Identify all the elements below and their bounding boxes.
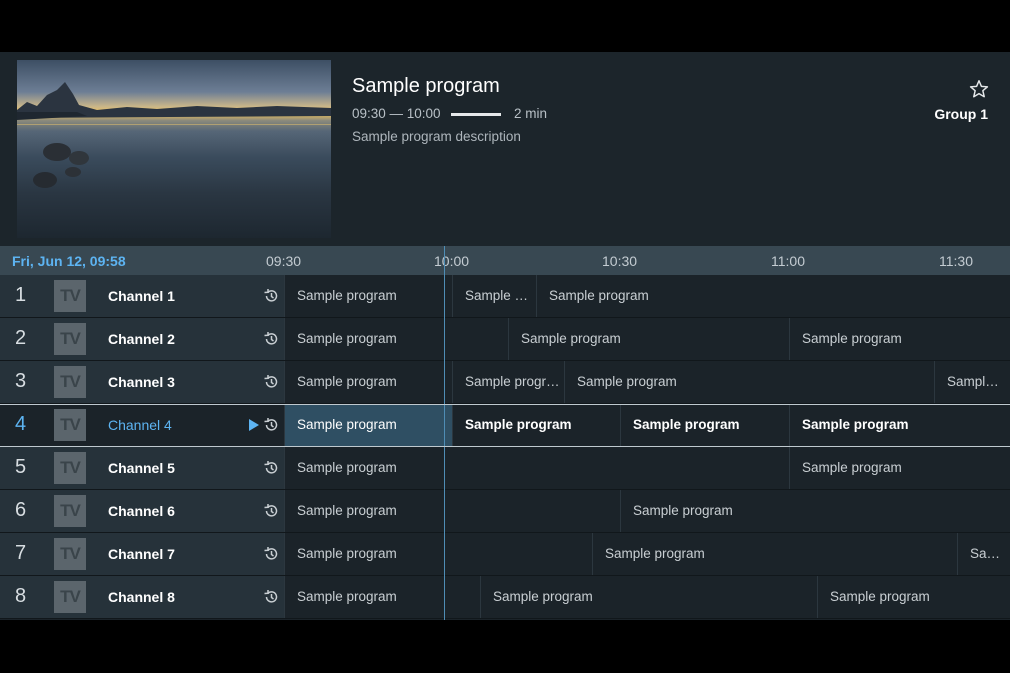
channel-number: 2	[15, 327, 27, 349]
program-cell[interactable]: Sample program	[957, 533, 1010, 575]
program-remaining: 2 min	[514, 106, 548, 121]
time-tick: 11:30	[939, 253, 973, 269]
program-thumbnail	[17, 60, 331, 238]
program-details: Sample program 09:30 — 10:00 2 min Sampl…	[0, 52, 1010, 246]
history-icon[interactable]	[263, 546, 279, 562]
channel-row: 7 TV Channel 7 Sample program Sample pro…	[0, 533, 1010, 576]
channel-info[interactable]: 8 TV Channel 8	[0, 576, 284, 618]
program-description: Sample program description	[352, 129, 521, 144]
channel-name: Channel 3	[108, 374, 175, 390]
program-cell[interactable]: Sample program	[284, 318, 508, 360]
program-cell[interactable]: Sample program	[284, 576, 480, 618]
program-cell[interactable]: Sample program	[620, 404, 789, 446]
channel-logo: TV	[54, 409, 86, 441]
time-tick: 09:30	[266, 253, 302, 269]
program-time-range: 09:30 — 10:00	[352, 106, 441, 121]
history-icon[interactable]	[263, 288, 279, 304]
channel-number: 4	[15, 413, 27, 435]
play-icon	[249, 419, 259, 431]
program-title: Sample program	[352, 75, 500, 97]
star-outline-icon[interactable]	[968, 78, 990, 100]
channel-name: Channel 7	[108, 546, 175, 562]
program-cell[interactable]: Sample program	[789, 404, 1010, 446]
program-cell[interactable]: Sample program	[508, 318, 789, 360]
selection-border-bottom	[0, 446, 1010, 447]
channel-number: 5	[15, 456, 27, 478]
channel-row-selected: 4 TV Channel 4 Sample program Sample pro…	[0, 404, 1010, 447]
channel-info[interactable]: 3 TV Channel 3	[0, 361, 284, 403]
program-cell[interactable]: Sample program	[480, 576, 817, 618]
channel-row: 5 TV Channel 5 Sample program Sample pro…	[0, 447, 1010, 490]
channel-number: 3	[15, 370, 27, 392]
channel-row: 1 TV Channel 1 Sample program Sample … S…	[0, 275, 1010, 318]
history-icon[interactable]	[263, 374, 279, 390]
history-icon[interactable]	[263, 503, 279, 519]
program-cell[interactable]: Sample program	[620, 490, 1010, 532]
current-time-indicator	[444, 246, 445, 620]
channel-row: 6 TV Channel 6 Sample program Sample pro…	[0, 490, 1010, 533]
program-cell[interactable]: Sample progr…	[452, 361, 564, 403]
channel-logo: TV	[54, 366, 86, 398]
channel-group-label[interactable]: Group 1	[934, 106, 988, 122]
program-progress-bar	[451, 113, 501, 116]
program-cell[interactable]: Sample program	[284, 490, 620, 532]
channel-number: 8	[15, 585, 27, 607]
channel-name: Channel 1	[108, 288, 175, 304]
program-cell-focused[interactable]: Sample program	[284, 404, 452, 446]
row-divider	[0, 618, 1010, 619]
channel-row: 2 TV Channel 2 Sample program Sample pro…	[0, 318, 1010, 361]
channel-name: Channel 4	[108, 417, 172, 433]
channel-info[interactable]: 6 TV Channel 6	[0, 490, 284, 532]
channel-name: Channel 6	[108, 503, 175, 519]
current-date-time: Fri, Jun 12, 09:58	[12, 253, 126, 269]
selection-border-top	[0, 404, 1010, 405]
channel-name: Channel 8	[108, 589, 175, 605]
program-cell[interactable]: Sample program	[817, 576, 1010, 618]
tv-guide-screen: Sample program 09:30 — 10:00 2 min Sampl…	[0, 52, 1010, 620]
program-cell[interactable]: Sample program	[452, 404, 620, 446]
channel-logo: TV	[54, 495, 86, 527]
program-progress-fill	[451, 113, 501, 116]
program-cell[interactable]: Sample program	[284, 533, 592, 575]
history-icon[interactable]	[263, 589, 279, 605]
channel-name: Channel 5	[108, 460, 175, 476]
channel-logo: TV	[54, 323, 86, 355]
program-cell[interactable]: Sample program	[536, 275, 1010, 317]
timeline-header: Fri, Jun 12, 09:58 09:30 10:00 10:30 11:…	[0, 246, 1010, 275]
program-cell[interactable]: Sample program	[564, 361, 934, 403]
channel-logo: TV	[54, 581, 86, 613]
channel-row: 3 TV Channel 3 Sample program Sample pro…	[0, 361, 1010, 404]
channel-logo: TV	[54, 280, 86, 312]
channel-logo: TV	[54, 538, 86, 570]
program-cell[interactable]: Sample program	[592, 533, 957, 575]
channel-number: 7	[15, 542, 27, 564]
program-cell[interactable]: Sample program	[789, 447, 1010, 489]
program-cell[interactable]: Sample program	[284, 275, 452, 317]
time-tick: 10:00	[434, 253, 470, 269]
channel-number: 1	[15, 284, 27, 306]
program-cell[interactable]: Sample program	[934, 361, 1010, 403]
channel-info[interactable]: 5 TV Channel 5	[0, 447, 284, 489]
channel-info[interactable]: 2 TV Channel 2	[0, 318, 284, 360]
channel-number: 6	[15, 499, 27, 521]
history-icon[interactable]	[263, 417, 279, 433]
channel-name: Channel 2	[108, 331, 175, 347]
time-tick: 11:00	[771, 253, 805, 269]
program-cell[interactable]: Sample program	[789, 318, 1010, 360]
time-tick: 10:30	[602, 253, 638, 269]
channel-logo: TV	[54, 452, 86, 484]
channel-info[interactable]: 1 TV Channel 1	[0, 275, 284, 317]
history-icon[interactable]	[263, 331, 279, 347]
program-cell[interactable]: Sample …	[452, 275, 536, 317]
program-cell[interactable]: Sample program	[284, 447, 789, 489]
channel-row: 8 TV Channel 8 Sample program Sample pro…	[0, 576, 1010, 619]
history-icon[interactable]	[263, 460, 279, 476]
channel-info[interactable]: 4 TV Channel 4	[0, 404, 284, 446]
channel-info[interactable]: 7 TV Channel 7	[0, 533, 284, 575]
program-cell[interactable]: Sample program	[284, 361, 452, 403]
